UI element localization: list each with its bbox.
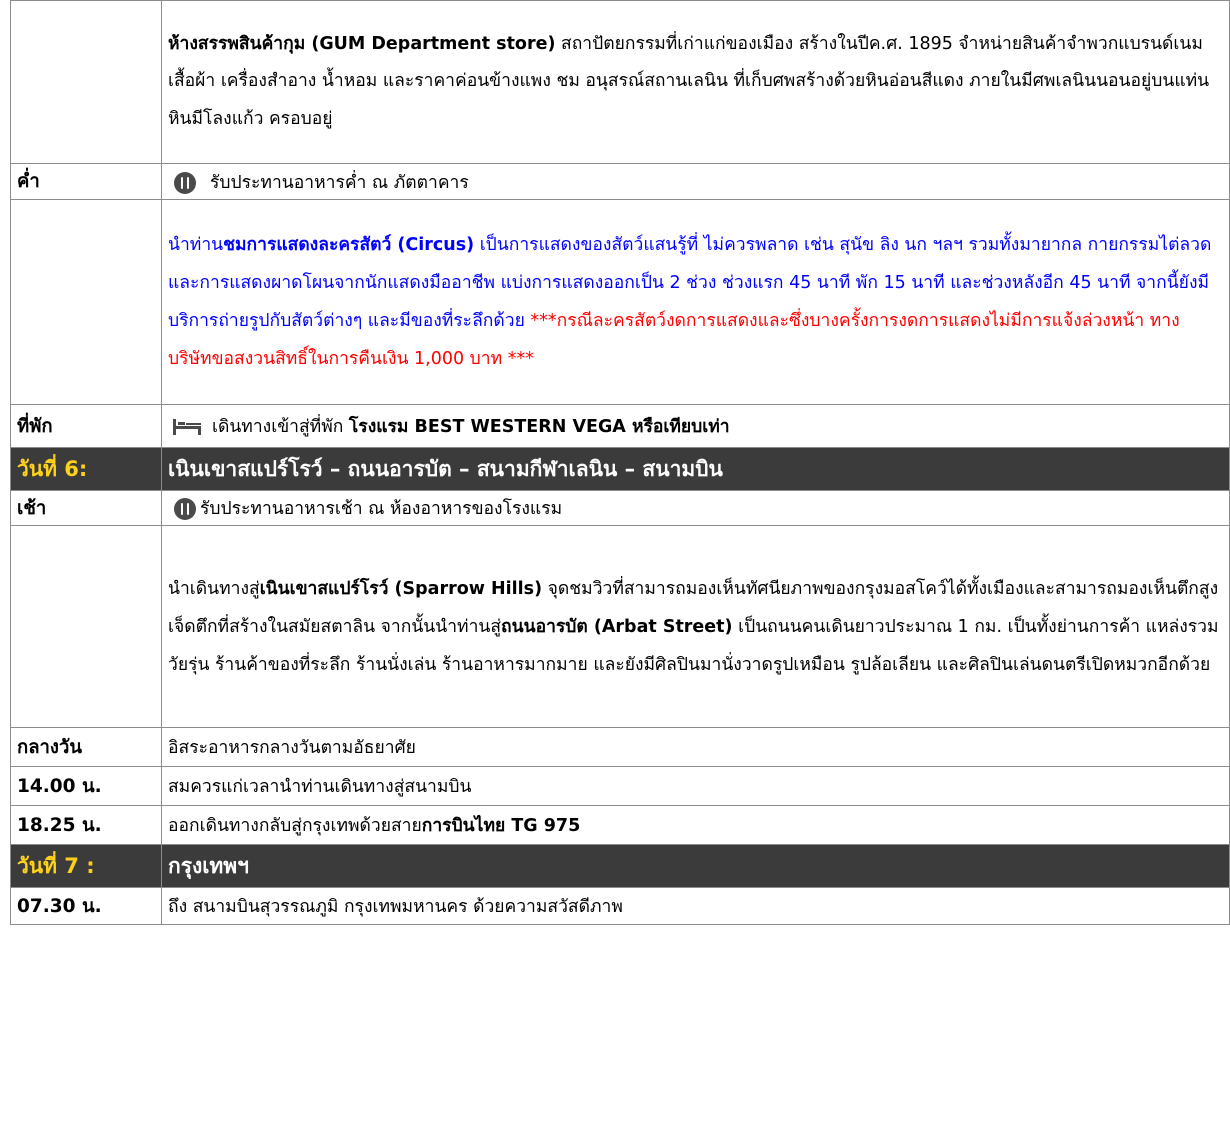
breakfast-label: เช้า	[10, 490, 162, 526]
itinerary-row-sparrow-hills: นำเดินทางสู่เนินเขาสแปร์โรว์ (Sparrow Hi…	[10, 525, 1230, 728]
day-label: วันที่ 6:	[10, 447, 162, 491]
breakfast-text: รับประทานอาหารเช้า ณ ห้องอาหารของโรงแรม	[200, 499, 563, 519]
description-cell: นำเดินทางสู่เนินเขาสแปร์โรว์ (Sparrow Hi…	[161, 525, 1230, 728]
time-label: 07.30 น.	[10, 887, 162, 925]
lunch-label: กลางวัน	[10, 727, 162, 767]
hotel-label: ที่พัก	[10, 404, 162, 448]
restaurant-icon	[174, 171, 196, 194]
sparrow-title: เนินเขาสแปร์โรว์ (Sparrow Hills)	[259, 578, 543, 599]
itinerary-row-gum: ห้างสรรพสินค้ากุม (GUM Department store)…	[10, 0, 1230, 164]
description-cell: ห้างสรรพสินค้ากุม (GUM Department store)…	[161, 0, 1230, 164]
time-cell	[10, 0, 162, 164]
dinner-text: รับประทานอาหารค่ำ ณ ภัตตาคาร	[210, 172, 469, 193]
hotel-name: โรงแรม BEST WESTERN VEGA หรือเทียบเท่า	[348, 417, 730, 437]
itinerary-row-1825: 18.25 น. ออกเดินทางกลับสู่กรุงเทพด้วยสาย…	[10, 805, 1230, 845]
itinerary-table: ห้างสรรพสินค้ากุม (GUM Department store)…	[10, 0, 1230, 925]
gum-title: ห้างสรรพสินค้ากุม (GUM Department store)	[168, 33, 556, 54]
time-cell	[10, 199, 162, 405]
itinerary-row-lunch: กลางวัน อิสระอาหารกลางวันตามอัธยาศัย	[10, 727, 1230, 767]
itinerary-row-circus: นำท่านชมการแสดงละครสัตว์ (Circus) เป็นกา…	[10, 199, 1230, 405]
time-label: 14.00 น.	[10, 766, 162, 806]
day-header-7: วันที่ 7 : กรุงเทพฯ	[10, 844, 1230, 888]
itinerary-row-1400: 14.00 น. สมควรแก่เวลานำท่านเดินทางสู่สนา…	[10, 766, 1230, 806]
itinerary-row-hotel: ที่พัก เดินทางเข้าสู่ที่พัก โรงแรม BEST …	[10, 404, 1230, 448]
day-header-6: วันที่ 6: เนินเขาสแปร์โรว์ – ถนนอารบัต –…	[10, 447, 1230, 491]
description-cell: รับประทานอาหารค่ำ ณ ภัตตาคาร	[161, 163, 1230, 200]
description-cell: เดินทางเข้าสู่ที่พัก โรงแรม BEST WESTERN…	[161, 404, 1230, 448]
dinner-label: ค่ำ	[10, 163, 162, 200]
itinerary-row-breakfast: เช้า รับประทานอาหารเช้า ณ ห้องอาหารของโร…	[10, 490, 1230, 526]
circus-prefix: นำท่าน	[168, 235, 224, 255]
time-text: ถึง สนามบินสุวรรณภูมิ กรุงเทพมหานคร ด้วย…	[161, 887, 1230, 925]
hotel-text: เดินทางเข้าสู่ที่พัก	[212, 417, 349, 437]
sparrow-prefix: นำเดินทางสู่	[168, 578, 260, 599]
time-text: สมควรแก่เวลานำท่านเดินทางสู่สนามบิน	[161, 766, 1230, 806]
time-label: 18.25 น.	[10, 805, 162, 845]
description-cell: ออกเดินทางกลับสู่กรุงเทพด้วยสายการบินไทย…	[161, 805, 1230, 845]
circus-title: ชมการแสดงละครสัตว์ (Circus)	[223, 235, 475, 255]
description-cell: นำท่านชมการแสดงละครสัตว์ (Circus) เป็นกา…	[161, 199, 1230, 405]
day-title: เนินเขาสแปร์โรว์ – ถนนอารบัต – สนามกีฬาเ…	[161, 447, 1230, 491]
itinerary-row-0730: 07.30 น. ถึง สนามบินสุวรรณภูมิ กรุงเทพมห…	[10, 887, 1230, 925]
day-label: วันที่ 7 :	[10, 844, 162, 888]
itinerary-row-dinner: ค่ำ รับประทานอาหารค่ำ ณ ภัตตาคาร	[10, 163, 1230, 200]
bed-icon	[173, 419, 201, 435]
restaurant-icon	[174, 498, 196, 520]
day-title: กรุงเทพฯ	[161, 844, 1230, 888]
time-cell	[10, 525, 162, 728]
arbat-title: ถนนอารบัต (Arbat Street)	[501, 616, 733, 637]
description-cell: รับประทานอาหารเช้า ณ ห้องอาหารของโรงแรม	[161, 490, 1230, 526]
airline-name: การบินไทย TG 975	[421, 816, 581, 836]
lunch-text: อิสระอาหารกลางวันตามอัธยาศัย	[161, 727, 1230, 767]
flight-text: ออกเดินทางกลับสู่กรุงเทพด้วยสาย	[168, 816, 422, 836]
